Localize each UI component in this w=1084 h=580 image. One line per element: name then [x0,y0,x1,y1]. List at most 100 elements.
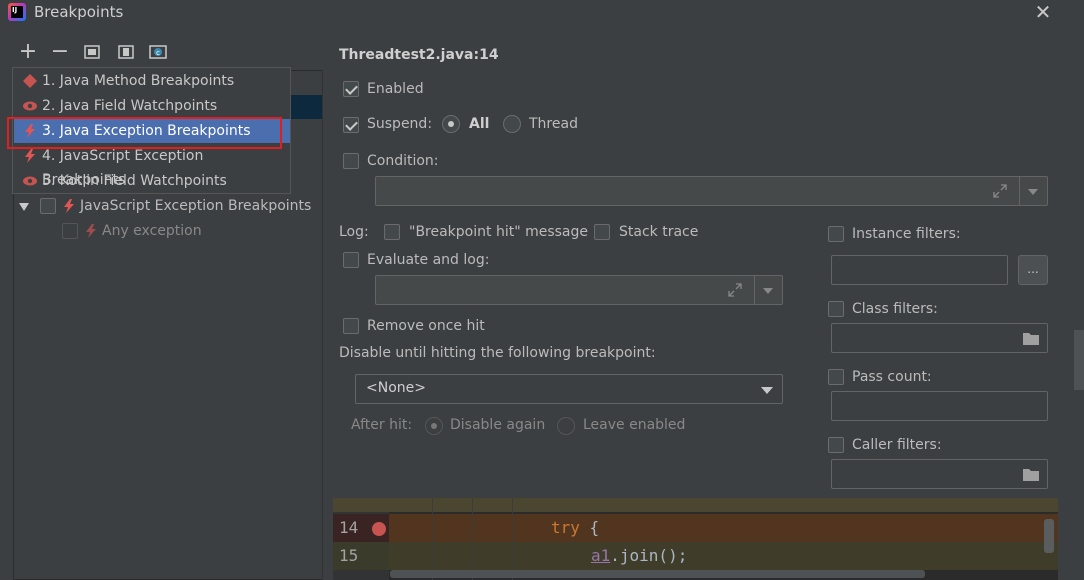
group-by-class-icon[interactable]: c [146,40,170,64]
disable-until-value: <None> [366,380,426,396]
line-number: 15 [339,546,359,565]
close-button[interactable]: ✕ [1032,1,1054,23]
instance-filters-input[interactable] [831,255,1008,285]
code-preview-editor: 14 try { 15 a1.join(); [333,498,1058,580]
lightning-icon [64,199,74,213]
remove-once-checkbox[interactable] [343,318,359,334]
indent-guide [472,498,473,580]
instance-filters-checkbox[interactable] [828,226,844,242]
condition-checkbox[interactable] [343,153,359,169]
log-label: Log: [339,224,369,240]
instance-filters-label: Instance filters: [852,226,961,242]
keyword: try [551,518,580,537]
pass-count-label: Pass count: [852,369,932,385]
popup-item-label: 1. Java Method Breakpoints [42,73,235,89]
title-bar: IJ Breakpoints ✕ [0,0,1084,26]
remove-once-label: Remove once hit [367,318,485,334]
chevron-down-icon[interactable] [761,387,773,394]
lightning-icon [86,224,96,238]
code-line-14: 14 try { [333,514,1058,542]
popup-item-javascript-exception[interactable]: 4. JavaScript Exception Breakpoints [14,144,290,188]
suspend-thread-radio[interactable] [503,115,521,133]
eye-icon [23,101,37,111]
tree-item-label: Any exception [102,223,202,239]
expand-editor-icon[interactable] [728,283,742,297]
popup-item-label: 2. Java Field Watchpoints [42,98,218,114]
editor-vertical-scrollbar[interactable] [1044,519,1054,553]
popup-item-kotlin-field[interactable]: 5. Kotlin Field Watchpoints [14,169,290,193]
tree-selection-strip [290,95,322,119]
condition-label: Condition: [367,153,439,169]
suspend-thread-label: Thread [529,116,578,132]
class-filters-checkbox[interactable] [828,301,844,317]
code-rest: { [579,518,600,537]
after-hit-label: After hit: [351,417,413,433]
breakpoint-icon[interactable] [372,522,386,536]
evaluate-log-input[interactable] [375,275,783,305]
popup-item-label: 5. Kotlin Field Watchpoints [42,173,227,189]
group-by-file-icon[interactable] [114,40,138,64]
svg-text:c: c [156,49,160,57]
code-text: try { [551,514,599,542]
caller-filters-checkbox[interactable] [828,437,844,453]
suspend-checkbox[interactable] [343,117,359,133]
chevron-down-icon[interactable] [1028,189,1038,195]
breakpoint-header: Threadtest2.java:14 [339,47,499,63]
indent-guide [512,498,513,580]
window-title: Breakpoints [34,3,124,21]
instance-filters-more-button[interactable]: ... [1018,255,1048,285]
lightning-icon [25,149,35,163]
tree-group-checkbox[interactable] [40,198,56,214]
tree-group-javascript-exception[interactable]: JavaScript Exception Breakpoints [16,194,316,218]
evaluate-log-label: Evaluate and log: [367,252,490,268]
tree-item-any-exception[interactable]: Any exception [16,219,316,243]
disable-until-label: Disable until hitting the following brea… [339,345,656,361]
disable-again-radio[interactable] [425,417,443,435]
leave-enabled-label: Leave enabled [583,417,686,433]
disable-again-label: Disable again [450,417,546,433]
stack-trace-checkbox[interactable] [594,224,610,240]
tree-item-checkbox[interactable] [62,223,78,239]
log-message-label: "Breakpoint hit" message [409,224,589,240]
popup-item-label: 3. Java Exception Breakpoints [42,123,251,139]
editor-horizontal-scrollbar[interactable] [390,570,925,578]
leave-enabled-radio[interactable] [557,417,575,435]
add-breakpoint-popup: 1. Java Method Breakpoints 2. Java Field… [12,67,291,194]
enabled-checkbox[interactable] [343,81,359,97]
stack-trace-label: Stack trace [619,224,699,240]
add-button[interactable]: + [16,40,40,64]
popup-item-java-field[interactable]: 2. Java Field Watchpoints [14,94,290,118]
folder-icon[interactable] [1023,468,1039,481]
tree-group-label: JavaScript Exception Breakpoints [80,198,312,214]
disable-until-select[interactable]: <None> [355,374,783,404]
code-line-partial [333,498,1058,512]
caller-filters-input[interactable] [831,459,1048,489]
group-by-package-icon[interactable] [80,40,104,64]
chevron-down-icon[interactable] [763,288,773,294]
pass-count-checkbox[interactable] [828,369,844,385]
suspend-label: Suspend: [367,116,433,132]
class-filters-input[interactable] [831,323,1048,353]
pass-count-input[interactable] [831,391,1048,421]
code-text: a1.join(); [591,542,687,570]
eye-icon [23,176,37,186]
popup-item-java-exception[interactable]: 3. Java Exception Breakpoints [14,119,290,143]
popup-item-java-method[interactable]: 1. Java Method Breakpoints [14,69,290,93]
panel-divider [322,70,323,580]
log-message-checkbox[interactable] [384,224,400,240]
caller-filters-label: Caller filters: [852,437,942,453]
expand-editor-icon[interactable] [993,184,1007,198]
window-scrollbar[interactable] [1074,330,1084,390]
suspend-all-radio[interactable] [442,115,460,133]
line-number: 14 [339,518,359,537]
class-filters-label: Class filters: [852,301,938,317]
evaluate-log-checkbox[interactable] [343,252,359,268]
folder-icon[interactable] [1023,332,1039,345]
indent-guide [432,498,433,580]
remove-button[interactable]: − [48,40,72,64]
suspend-all-label: All [469,116,490,132]
diamond-icon [23,74,37,88]
expand-triangle-icon[interactable] [18,201,30,213]
lightning-icon [25,124,35,138]
condition-input[interactable] [375,176,1048,206]
